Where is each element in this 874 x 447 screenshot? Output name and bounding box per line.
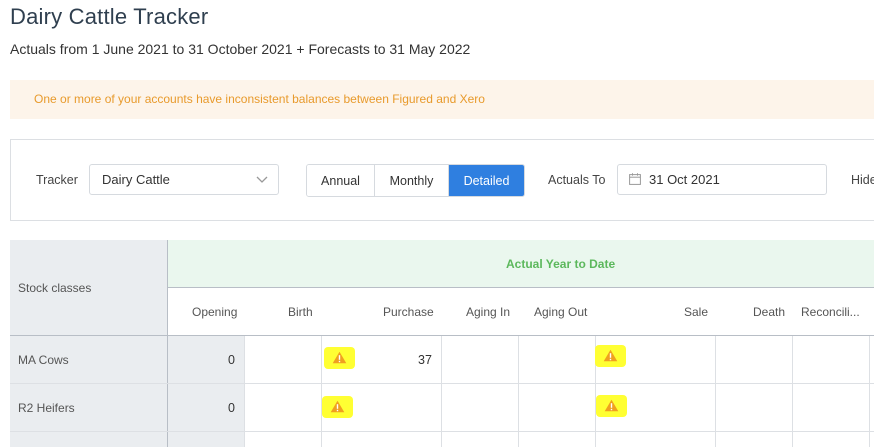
stock-table: Stock classes Actual Year to Date Openin…	[10, 240, 874, 447]
column-header-opening: Opening	[192, 305, 238, 319]
group-header: Actual Year to Date	[168, 240, 874, 288]
view-monthly-button[interactable]: Monthly	[375, 165, 449, 196]
column-header-birth: Birth	[288, 305, 313, 319]
alert-banner: One or more of your accounts have incons…	[10, 80, 874, 119]
column-header-death: Death	[753, 305, 786, 319]
column-header-purchase: Purchase	[383, 305, 434, 319]
view-toggle: Annual Monthly Detailed	[306, 164, 525, 197]
table-row[interactable]: MA Cows 0 37	[10, 336, 874, 384]
alert-message: One or more of your accounts have incons…	[34, 92, 485, 106]
column-header-reconciliation: Reconcili...	[801, 305, 860, 319]
column-header-aging-in: Aging In	[466, 305, 511, 319]
table-row[interactable]: R2 Heifers 0	[10, 384, 874, 432]
chevron-down-icon	[256, 176, 268, 183]
warning-icon[interactable]	[596, 395, 627, 417]
page-title: Dairy Cattle Tracker	[10, 4, 209, 29]
calendar-icon	[629, 173, 641, 185]
warning-icon[interactable]	[324, 347, 355, 369]
hide-label[interactable]: Hide	[851, 173, 874, 187]
page-subtitle: Actuals from 1 June 2021 to 31 October 2…	[10, 41, 471, 57]
tracker-select[interactable]: Dairy Cattle	[89, 164, 279, 195]
view-detailed-button[interactable]: Detailed	[449, 165, 524, 196]
actuals-to-date-input[interactable]: 31 Oct 2021	[617, 164, 827, 195]
row-label: R2 Heifers	[18, 401, 75, 415]
actuals-to-label: Actuals To	[548, 173, 606, 187]
column-headers: Opening Birth Purchase Aging In Aging Ou…	[168, 288, 874, 336]
purchase-value[interactable]: 37	[418, 353, 432, 367]
column-header-sale: Sale	[684, 305, 709, 319]
tracker-label: Tracker	[36, 173, 78, 187]
row-label: MA Cows	[18, 353, 69, 367]
warning-icon[interactable]	[322, 396, 353, 418]
stock-classes-header-label: Stock classes	[18, 281, 92, 295]
view-annual-button[interactable]: Annual	[307, 165, 375, 196]
opening-value[interactable]: 0	[228, 353, 235, 367]
opening-value[interactable]: 0	[228, 401, 235, 415]
tracker-select-value: Dairy Cattle	[102, 172, 170, 187]
stock-classes-header: Stock classes	[10, 240, 168, 336]
warning-icon[interactable]	[595, 345, 626, 367]
actuals-to-date-value: 31 Oct 2021	[649, 172, 720, 187]
column-header-aging-out: Aging Out	[534, 305, 588, 319]
group-header-label: Actual Year to Date	[506, 257, 616, 271]
filter-panel: Tracker Dairy Cattle Annual Monthly Deta…	[10, 139, 874, 221]
